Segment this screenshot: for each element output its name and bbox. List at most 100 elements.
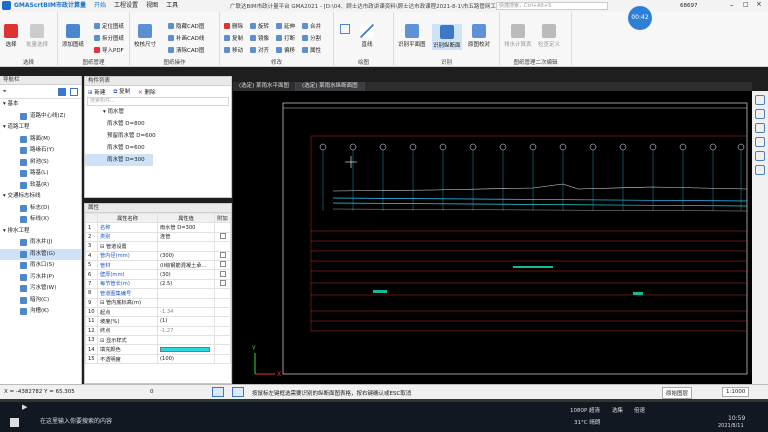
add-drawing-button[interactable]: 添加图纸 bbox=[62, 24, 84, 48]
property-row[interactable]: 15 不透明度 (100) bbox=[85, 353, 231, 365]
property-value[interactable]: -1.34 bbox=[157, 306, 215, 318]
close-icon[interactable]: × bbox=[756, 0, 762, 8]
nav-group[interactable]: ▾ 交通标志标线 bbox=[0, 191, 81, 203]
extra-checkbox[interactable] bbox=[219, 252, 226, 258]
property-value[interactable]: (2.5) bbox=[157, 278, 215, 290]
component-search-input[interactable]: 搜索构件... bbox=[87, 97, 229, 106]
drain-calc-button[interactable]: 排水计算表 bbox=[504, 24, 532, 48]
extra-checkbox[interactable] bbox=[219, 280, 226, 286]
minimize-icon[interactable]: – bbox=[730, 1, 734, 9]
nav-item[interactable]: 暗沟(C) bbox=[0, 295, 81, 307]
property-row[interactable]: 6 壁厚(mm) (30) bbox=[85, 269, 231, 280]
property-row[interactable]: 9 ⊟ 管内底标高(m) bbox=[85, 297, 231, 308]
property-value[interactable]: (1) bbox=[157, 316, 215, 327]
delete-button[interactable]: 删除 bbox=[224, 22, 243, 30]
recognize-profile-button[interactable]: 识别纵断面 bbox=[432, 24, 462, 50]
new-component-button[interactable]: ⊞ 新建 bbox=[88, 88, 105, 96]
component-item[interactable]: 雨水管 D=300 bbox=[85, 154, 153, 166]
import-pdf-button[interactable]: 导入PDF bbox=[94, 46, 124, 54]
property-row[interactable]: 11 坡度(%) (1) bbox=[85, 316, 231, 327]
check-definition-button[interactable]: 检查定义 bbox=[538, 24, 560, 48]
component-item[interactable]: 预留雨水管 D=600 bbox=[85, 130, 231, 142]
extra-checkbox[interactable] bbox=[219, 261, 226, 268]
clear-cad-button[interactable]: 清除CAD图 bbox=[168, 46, 204, 54]
nav-group[interactable]: ▾ 基本 bbox=[0, 99, 81, 111]
nav-item[interactable]: 路基(L) bbox=[0, 168, 81, 180]
divide-button[interactable]: 分割 bbox=[302, 34, 321, 42]
cad-canvas[interactable]: Y X bbox=[233, 91, 752, 384]
tab-project-settings[interactable]: 工程设置 bbox=[110, 0, 142, 12]
property-row[interactable]: 2 类别 连管 bbox=[85, 231, 231, 243]
nav-item[interactable]: 污水管(W) bbox=[0, 283, 81, 295]
property-row[interactable]: 7 每节管长(m) (2.5) bbox=[85, 278, 231, 290]
mirror-button[interactable]: 镜像 bbox=[250, 34, 269, 42]
point-tool-icon[interactable] bbox=[340, 24, 350, 34]
fill-color-swatch[interactable] bbox=[160, 346, 210, 352]
play-icon[interactable]: ▶ bbox=[22, 403, 27, 411]
ortho-toggle[interactable] bbox=[232, 387, 244, 397]
nav-item[interactable]: 路缘石(Y) bbox=[0, 145, 81, 157]
property-row[interactable]: 4 管内径(mm) (300) bbox=[85, 250, 231, 261]
property-value[interactable] bbox=[157, 288, 215, 299]
property-value[interactable]: (300) bbox=[157, 250, 215, 261]
property-row[interactable]: 3 ⊟ 管道设置 bbox=[85, 241, 231, 252]
snap-toggle[interactable] bbox=[212, 387, 224, 397]
nav-item[interactable]: 污水井(P) bbox=[0, 272, 81, 284]
app-logo[interactable] bbox=[2, 1, 11, 10]
locate-drawing-button[interactable]: 定位图纸 bbox=[94, 22, 124, 30]
layer-select[interactable]: 原始图层 bbox=[662, 387, 693, 399]
move-button[interactable]: 移动 bbox=[224, 46, 243, 54]
episode-label[interactable]: 选集 bbox=[612, 406, 623, 414]
nav-item[interactable]: 雨水管(G) bbox=[0, 248, 81, 260]
component-item[interactable]: 雨水管 D=800 bbox=[85, 118, 231, 130]
scale-select[interactable]: 1:1000 bbox=[722, 387, 750, 397]
pin-icon[interactable]: ⌖ bbox=[3, 88, 6, 96]
quick-search-input[interactable]: 快捷搜索，Ctrl+Alt+S bbox=[496, 2, 608, 10]
maximize-icon[interactable]: □ bbox=[743, 1, 749, 8]
supplement-cad-button[interactable]: 补画CAD线 bbox=[168, 34, 204, 42]
property-row[interactable]: 1 名称 雨水管 D=300 bbox=[85, 222, 231, 233]
property-value[interactable]: (II级钢筋混凝土承... bbox=[157, 259, 215, 271]
copy-component-button[interactable]: ⧉ 复制 bbox=[113, 87, 130, 96]
calibrate-button[interactable]: 校核尺寸 bbox=[134, 24, 156, 48]
tab-plan-drawing[interactable]: (选定) 某雨水平面图 bbox=[233, 82, 297, 91]
property-value[interactable] bbox=[157, 335, 215, 346]
offset-button[interactable]: 偏移 bbox=[276, 46, 295, 54]
recognize-plan-button[interactable]: 识别平面图 bbox=[398, 24, 426, 48]
property-value[interactable]: 连管 bbox=[157, 231, 215, 243]
nav-item[interactable]: 沟槽(K) bbox=[0, 306, 81, 318]
line-button[interactable]: 直线 bbox=[360, 24, 374, 48]
property-value[interactable]: -1.27 bbox=[157, 325, 215, 337]
rotate-view-icon[interactable] bbox=[755, 165, 765, 175]
property-row[interactable]: 5 管材 (II级钢筋混凝土承... bbox=[85, 259, 231, 271]
property-row[interactable]: 8 管道图集编号 bbox=[85, 288, 231, 299]
property-row[interactable]: 13 ⊟ 显示样式 bbox=[85, 335, 231, 346]
nav-item[interactable]: 雨水口(S) bbox=[0, 260, 81, 272]
resolution-label[interactable]: 1080P 超清 bbox=[570, 406, 600, 414]
list-view-icon[interactable] bbox=[58, 88, 66, 96]
component-item[interactable]: 雨水管 D=600 bbox=[85, 142, 231, 154]
nav-group[interactable]: ▾ 道路工程 bbox=[0, 122, 81, 134]
tab-view[interactable]: 视图 bbox=[142, 0, 162, 12]
property-value[interactable]: 雨水管 D=300 bbox=[157, 222, 215, 233]
property-row[interactable]: 10 起点 -1.34 bbox=[85, 306, 231, 318]
extra-checkbox[interactable] bbox=[219, 233, 226, 239]
tab-profile-drawing[interactable]: (选定) 某雨水纵断面图 bbox=[296, 82, 365, 91]
property-value[interactable]: (100) bbox=[157, 353, 215, 365]
property-value[interactable]: (30) bbox=[157, 269, 215, 280]
nav-item[interactable]: 软基(R) bbox=[0, 180, 81, 192]
nav-item[interactable]: 雨水井(J) bbox=[0, 237, 81, 249]
copy-button[interactable]: 复制 bbox=[224, 34, 243, 42]
windows-start-icon[interactable] bbox=[10, 418, 19, 427]
nav-item[interactable]: 道路中心线(Z) bbox=[0, 111, 81, 123]
extra-checkbox[interactable] bbox=[219, 270, 226, 277]
view-front-icon[interactable] bbox=[755, 123, 765, 133]
nav-item[interactable]: 标志(D) bbox=[0, 203, 81, 215]
nav-group[interactable]: ▾ 排水工程 bbox=[0, 226, 81, 238]
property-row[interactable]: 14 填充颜色 bbox=[85, 344, 231, 355]
select-button[interactable]: 选择 bbox=[4, 24, 18, 48]
properties-button[interactable]: 属性 bbox=[302, 46, 321, 54]
property-value[interactable] bbox=[157, 297, 215, 308]
property-value[interactable] bbox=[157, 241, 215, 252]
tab-start[interactable]: 开始 bbox=[90, 0, 110, 12]
